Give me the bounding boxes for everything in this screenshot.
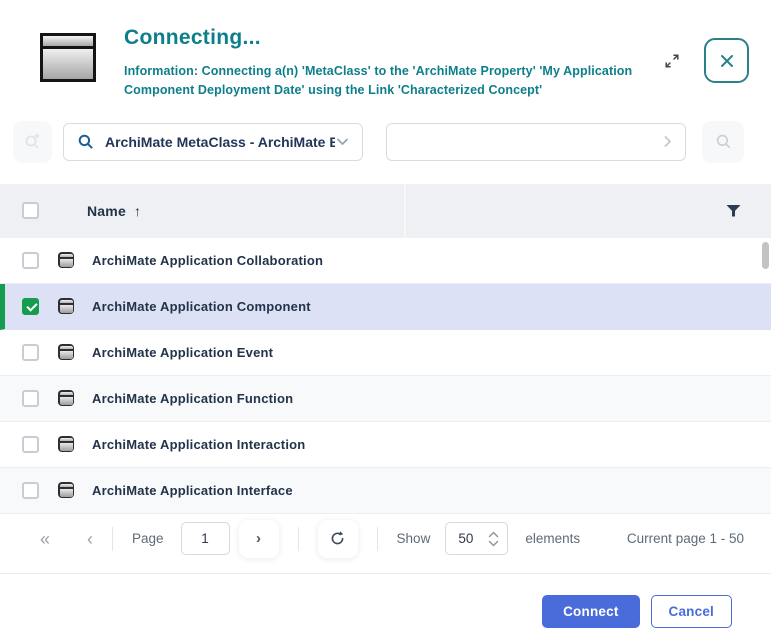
dialog-header: Connecting... Information: Connecting a(… xyxy=(0,0,771,101)
chevron-up-icon xyxy=(487,531,500,538)
metaclass-icon-bottom xyxy=(43,49,93,79)
metaclass-row-icon xyxy=(58,344,74,360)
refresh-icon xyxy=(329,530,346,547)
elements-label: elements xyxy=(525,531,580,546)
metaclass-icon-top xyxy=(43,36,93,46)
filter-input-wrap xyxy=(386,123,686,161)
metaclass-selector-value: ArchiMate MetaClass - ArchiMate El xyxy=(105,134,335,150)
metaclass-table: Name ↑ ArchiMate Application Collaborati… xyxy=(0,184,771,514)
row-checkbox[interactable] xyxy=(22,390,39,407)
next-page-button[interactable]: › xyxy=(239,520,279,558)
chevron-right-icon[interactable] xyxy=(660,134,675,149)
expand-icon xyxy=(663,52,681,70)
current-page-range: Current page 1 - 50 xyxy=(627,531,744,546)
first-page-button[interactable]: « xyxy=(40,530,50,548)
metaclass-row-icon xyxy=(58,482,74,498)
header-text: Connecting... Information: Connecting a(… xyxy=(124,24,661,101)
row-label: ArchiMate Application Event xyxy=(92,345,273,360)
page-number-input[interactable] xyxy=(181,522,230,555)
metaclass-icon xyxy=(40,33,96,82)
table-body: ArchiMate Application Collaboration Arch… xyxy=(0,238,771,514)
table-row[interactable]: ArchiMate Application Interface xyxy=(0,468,771,514)
chevron-down-icon xyxy=(335,134,350,149)
search-button[interactable] xyxy=(702,121,744,163)
search-icon xyxy=(714,132,733,151)
row-label: ArchiMate Application Collaboration xyxy=(92,253,323,268)
name-column-header[interactable]: Name ↑ xyxy=(87,203,141,219)
row-label: ArchiMate Application Function xyxy=(92,391,293,406)
vertical-scrollbar[interactable] xyxy=(762,242,769,269)
page-size-value: 50 xyxy=(458,531,487,546)
table-row[interactable]: ArchiMate Application Function xyxy=(0,376,771,422)
row-checkbox[interactable] xyxy=(22,252,39,269)
row-label: ArchiMate Application Component xyxy=(92,299,311,314)
metaclass-row-icon xyxy=(58,298,74,314)
cancel-button[interactable]: Cancel xyxy=(651,595,732,628)
filter-funnel-icon[interactable] xyxy=(726,204,741,217)
close-button[interactable] xyxy=(704,38,749,83)
row-checkbox[interactable] xyxy=(22,298,39,315)
close-icon xyxy=(719,53,735,69)
page-label: Page xyxy=(132,531,164,546)
dialog-info-text: Information: Connecting a(n) 'MetaClass'… xyxy=(124,62,661,101)
refresh-button[interactable] xyxy=(318,520,358,558)
spinner-chevrons[interactable] xyxy=(487,531,500,547)
metaclass-selector-dropdown[interactable]: ArchiMate MetaClass - ArchiMate El xyxy=(63,123,363,161)
pagination-divider xyxy=(298,527,299,551)
pagination-divider xyxy=(112,527,113,551)
row-label: ArchiMate Application Interface xyxy=(92,483,293,498)
header-actions xyxy=(661,38,749,83)
metaclass-row-icon xyxy=(58,252,74,268)
search-scope-icon xyxy=(77,133,95,151)
select-all-checkbox[interactable] xyxy=(22,202,39,219)
name-column-label: Name xyxy=(87,203,126,219)
metaclass-row-icon xyxy=(58,390,74,406)
filter-input[interactable] xyxy=(399,134,660,150)
table-row[interactable]: ArchiMate Application Interaction xyxy=(0,422,771,468)
pagination-divider xyxy=(377,527,378,551)
expand-dialog-button[interactable] xyxy=(661,50,683,72)
advanced-search-button[interactable] xyxy=(13,121,52,163)
metaclass-row-icon xyxy=(58,436,74,452)
table-row[interactable]: ArchiMate Application Component xyxy=(0,284,771,330)
dialog-title: Connecting... xyxy=(124,26,661,50)
row-checkbox[interactable] xyxy=(22,482,39,499)
chevron-right-icon: › xyxy=(256,530,261,547)
connect-dialog: Connecting... Information: Connecting a(… xyxy=(0,0,771,637)
search-plus-icon xyxy=(23,132,42,151)
row-label: ArchiMate Application Interaction xyxy=(92,437,305,452)
row-checkbox[interactable] xyxy=(22,344,39,361)
table-row[interactable]: ArchiMate Application Event xyxy=(0,330,771,376)
chevron-down-icon xyxy=(487,540,500,547)
column-divider xyxy=(404,184,406,238)
page-size-spinner[interactable]: 50 xyxy=(445,522,508,555)
previous-page-button[interactable]: ‹ xyxy=(87,530,93,548)
dialog-footer: Connect Cancel xyxy=(0,574,771,628)
pagination-bar: « ‹ Page › Show 50 xyxy=(0,514,771,564)
table-header: Name ↑ xyxy=(0,184,771,238)
search-toolbar: ArchiMate MetaClass - ArchiMate El xyxy=(13,121,744,163)
sort-ascending-icon: ↑ xyxy=(134,203,141,219)
show-label: Show xyxy=(397,531,431,546)
row-checkbox[interactable] xyxy=(22,436,39,453)
table-row[interactable]: ArchiMate Application Collaboration xyxy=(0,238,771,284)
connect-button[interactable]: Connect xyxy=(542,595,639,628)
